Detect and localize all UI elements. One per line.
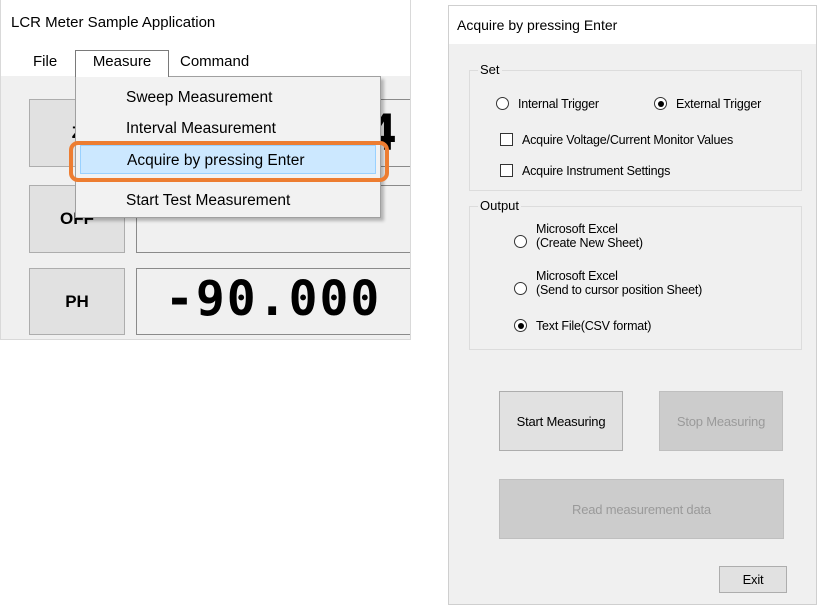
excel-cursor-radio[interactable] [514, 282, 527, 295]
menu-item-interval-measurement[interactable]: Interval Measurement [80, 114, 376, 143]
dialog-titlebar: Acquire by pressing Enter [449, 6, 816, 44]
set-group-title: Set [478, 62, 502, 77]
output-group-title: Output [478, 198, 522, 213]
text-file-radio[interactable] [514, 319, 527, 332]
external-trigger-radio[interactable] [654, 97, 667, 110]
internal-trigger-radio[interactable] [496, 97, 509, 110]
main-titlebar: LCR Meter Sample Application [1, 0, 410, 44]
excel-new-sheet-radio[interactable] [514, 235, 527, 248]
measure-dropdown-menu: Sweep Measurement Interval Measurement A… [75, 76, 381, 218]
excel-cursor-label-2[interactable]: (Send to cursor position Sheet) [536, 283, 702, 297]
acquire-monitor-label[interactable]: Acquire Voltage/Current Monitor Values [522, 133, 733, 147]
dialog-title: Acquire by pressing Enter [457, 17, 618, 33]
external-trigger-label[interactable]: External Trigger [676, 97, 761, 111]
acquire-dialog: Acquire by pressing Enter Set Internal T… [448, 5, 817, 605]
acquire-settings-checkbox[interactable] [500, 164, 513, 177]
acquire-settings-label[interactable]: Acquire Instrument Settings [522, 164, 670, 178]
acquire-monitor-checkbox[interactable] [500, 133, 513, 146]
parameter-button-3[interactable]: PH [29, 268, 125, 335]
main-window-title: LCR Meter Sample Application [11, 14, 216, 31]
menu-item-start-test-measurement[interactable]: Start Test Measurement [80, 186, 376, 215]
excel-cursor-label-1[interactable]: Microsoft Excel [536, 269, 618, 283]
excel-new-sheet-label-1[interactable]: Microsoft Excel [536, 222, 618, 236]
menu-separator [106, 180, 374, 181]
text-file-label[interactable]: Text File(CSV format) [536, 319, 651, 333]
menu-measure[interactable]: Measure [75, 50, 169, 77]
stop-measuring-button[interactable]: Stop Measuring [659, 391, 783, 451]
menu-item-sweep-measurement[interactable]: Sweep Measurement [80, 83, 376, 112]
menu-item-acquire-by-enter[interactable]: Acquire by pressing Enter [80, 145, 376, 174]
menu-command[interactable]: Command [174, 51, 255, 75]
main-window: LCR Meter Sample Application File Measur… [0, 0, 411, 340]
internal-trigger-label[interactable]: Internal Trigger [518, 97, 599, 111]
exit-button[interactable]: Exit [719, 566, 787, 593]
read-measurement-data-button[interactable]: Read measurement data [499, 479, 784, 539]
set-group: Set Internal Trigger External Trigger Ac… [469, 62, 802, 191]
menubar: File Measure Command [1, 44, 410, 77]
menu-file[interactable]: File [27, 51, 63, 75]
value-display-3: -90.000 [136, 268, 410, 335]
start-measuring-button[interactable]: Start Measuring [499, 391, 623, 451]
excel-new-sheet-label-2[interactable]: (Create New Sheet) [536, 236, 643, 250]
output-group: Output Microsoft Excel (Create New Sheet… [469, 198, 802, 350]
